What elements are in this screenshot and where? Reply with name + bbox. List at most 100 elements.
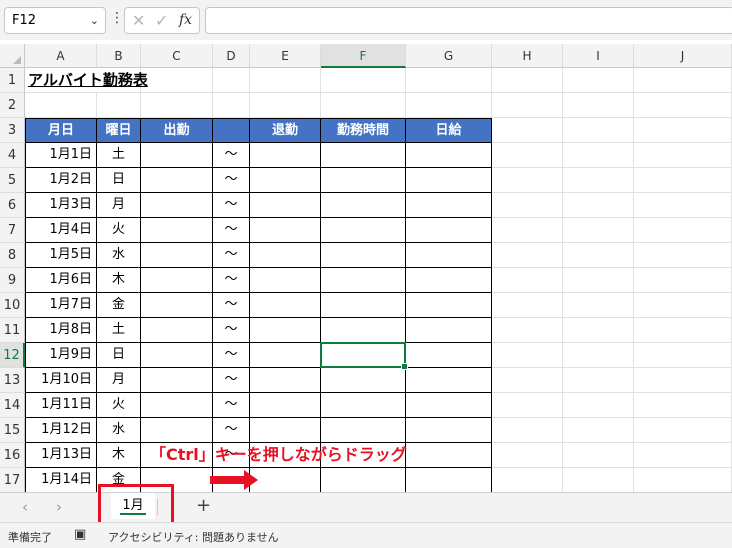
cell-e10[interactable] xyxy=(250,293,321,318)
cell-a4[interactable]: 1月1日 xyxy=(25,143,97,168)
row-header-9[interactable]: 9 xyxy=(0,268,25,293)
cell-c2[interactable] xyxy=(141,93,213,118)
cell-e9[interactable] xyxy=(250,268,321,293)
cell-i17[interactable] xyxy=(563,468,634,492)
cell-a8[interactable]: 1月5日 xyxy=(25,243,97,268)
cell-i9[interactable] xyxy=(563,268,634,293)
cell-j3[interactable] xyxy=(634,118,732,143)
column-header-e[interactable]: E xyxy=(250,44,321,68)
enter-icon[interactable]: ✓ xyxy=(155,11,168,30)
cell-g9[interactable] xyxy=(406,268,492,293)
cell-a11[interactable]: 1月8日 xyxy=(25,318,97,343)
column-header-d[interactable]: D xyxy=(213,44,250,68)
row-header-2[interactable]: 2 xyxy=(0,93,25,118)
cell-h10[interactable] xyxy=(492,293,563,318)
cell-g17[interactable] xyxy=(406,468,492,492)
cell-h15[interactable] xyxy=(492,418,563,443)
cell-c12[interactable] xyxy=(141,343,213,368)
cell-e6[interactable] xyxy=(250,193,321,218)
formula-input[interactable] xyxy=(205,7,732,34)
cell-a7[interactable]: 1月4日 xyxy=(25,218,97,243)
cell-j6[interactable] xyxy=(634,193,732,218)
cell-f9[interactable] xyxy=(321,268,406,293)
cell-b15[interactable]: 水 xyxy=(97,418,141,443)
cell-f14[interactable] xyxy=(321,393,406,418)
cell-b6[interactable]: 月 xyxy=(97,193,141,218)
row-header-6[interactable]: 6 xyxy=(0,193,25,218)
table-header-b[interactable]: 曜日 xyxy=(97,118,141,143)
row-header-5[interactable]: 5 xyxy=(0,168,25,193)
row-header-10[interactable]: 10 xyxy=(0,293,25,318)
cell-h4[interactable] xyxy=(492,143,563,168)
cell-c11[interactable] xyxy=(141,318,213,343)
cell-j5[interactable] xyxy=(634,168,732,193)
cell-e1[interactable] xyxy=(250,68,321,93)
cell-h6[interactable] xyxy=(492,193,563,218)
table-header-d[interactable] xyxy=(213,118,250,143)
cell-b12[interactable]: 日 xyxy=(97,343,141,368)
cell-j10[interactable] xyxy=(634,293,732,318)
cell-b13[interactable]: 月 xyxy=(97,368,141,393)
cell-e11[interactable] xyxy=(250,318,321,343)
row-header-14[interactable]: 14 xyxy=(0,393,25,418)
cell-a9[interactable]: 1月6日 xyxy=(25,268,97,293)
cell-g5[interactable] xyxy=(406,168,492,193)
row-header-15[interactable]: 15 xyxy=(0,418,25,443)
cell-i14[interactable] xyxy=(563,393,634,418)
cell-b16[interactable]: 木 xyxy=(97,443,141,468)
cell-g13[interactable] xyxy=(406,368,492,393)
cell-j1[interactable] xyxy=(634,68,732,93)
cell-a2[interactable] xyxy=(25,93,97,118)
cell-i11[interactable] xyxy=(563,318,634,343)
cell-i3[interactable] xyxy=(563,118,634,143)
cell-f4[interactable] xyxy=(321,143,406,168)
cell-i16[interactable] xyxy=(563,443,634,468)
row-header-11[interactable]: 11 xyxy=(0,318,25,343)
column-header-g[interactable]: G xyxy=(406,44,492,68)
cell-h1[interactable] xyxy=(492,68,563,93)
row-header-3[interactable]: 3 xyxy=(0,118,25,143)
cell-e15[interactable] xyxy=(250,418,321,443)
cell-c8[interactable] xyxy=(141,243,213,268)
cell-h7[interactable] xyxy=(492,218,563,243)
cell-c4[interactable] xyxy=(141,143,213,168)
cell-i2[interactable] xyxy=(563,93,634,118)
cell-i8[interactable] xyxy=(563,243,634,268)
cell-i15[interactable] xyxy=(563,418,634,443)
cell-c13[interactable] xyxy=(141,368,213,393)
cell-h12[interactable] xyxy=(492,343,563,368)
cell-f6[interactable] xyxy=(321,193,406,218)
table-header-g[interactable]: 日給 xyxy=(406,118,492,143)
accessibility-status[interactable]: アクセシビリティ: 問題ありません xyxy=(108,529,279,545)
cell-g12[interactable] xyxy=(406,343,492,368)
cell-i7[interactable] xyxy=(563,218,634,243)
cell-g16[interactable] xyxy=(406,443,492,468)
cell-d10[interactable]: ～ xyxy=(213,293,250,318)
cell-e4[interactable] xyxy=(250,143,321,168)
table-header-e[interactable]: 退勤 xyxy=(250,118,321,143)
selected-cell-outline[interactable] xyxy=(320,342,408,370)
cell-d8[interactable]: ～ xyxy=(213,243,250,268)
cell-b11[interactable]: 土 xyxy=(97,318,141,343)
row-header-1[interactable]: 1 xyxy=(0,68,25,93)
cell-f7[interactable] xyxy=(321,218,406,243)
cell-i6[interactable] xyxy=(563,193,634,218)
cell-d9[interactable]: ～ xyxy=(213,268,250,293)
cell-j13[interactable] xyxy=(634,368,732,393)
row-header-4[interactable]: 4 xyxy=(0,143,25,168)
column-header-b[interactable]: B xyxy=(97,44,141,68)
cell-c10[interactable] xyxy=(141,293,213,318)
cell-c7[interactable] xyxy=(141,218,213,243)
cell-j15[interactable] xyxy=(634,418,732,443)
cell-i5[interactable] xyxy=(563,168,634,193)
cell-c9[interactable] xyxy=(141,268,213,293)
cell-d6[interactable]: ～ xyxy=(213,193,250,218)
cell-c14[interactable] xyxy=(141,393,213,418)
cell-c15[interactable] xyxy=(141,418,213,443)
cell-j14[interactable] xyxy=(634,393,732,418)
cell-d11[interactable]: ～ xyxy=(213,318,250,343)
column-header-f[interactable]: F xyxy=(321,44,406,68)
cell-e8[interactable] xyxy=(250,243,321,268)
cell-f13[interactable] xyxy=(321,368,406,393)
cell-f1[interactable] xyxy=(321,68,406,93)
